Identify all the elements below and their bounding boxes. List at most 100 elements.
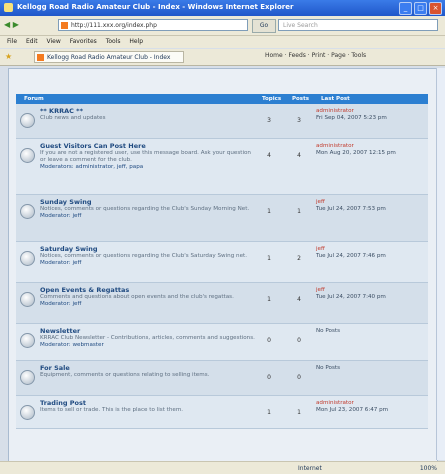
forum-header-row: Forum Topics Posts Last Post (16, 94, 428, 104)
folder-icon (20, 204, 35, 219)
last-post-time: Tue Jul 24, 2007 7:53 pm (316, 206, 386, 212)
post-count: 4 (297, 296, 301, 303)
forum-description: Notices, comments or questions regarding… (40, 253, 247, 259)
menu-tools[interactable]: Tools (106, 38, 121, 45)
forum-moderators[interactable]: Moderator: webmaster (40, 342, 256, 348)
topic-count: 1 (267, 208, 271, 215)
forum-moderators[interactable]: Moderators: administrator, jeff, papa (40, 164, 256, 170)
post-count: 0 (297, 374, 301, 381)
last-post-author[interactable]: administrator (316, 108, 354, 114)
back-forward-icon[interactable]: ◀ ▶ (4, 20, 19, 29)
forum-row: Guest Visitors Can Post Here If you are … (16, 139, 428, 195)
last-post: jeff Tue Jul 24, 2007 7:46 pm (316, 246, 424, 260)
search-input[interactable]: Live Search (278, 19, 438, 31)
last-post: No Posts (316, 328, 424, 335)
last-post: administrator Fri Sep 04, 2007 5:23 pm (316, 108, 424, 122)
last-post-time: No Posts (316, 365, 341, 371)
forum-title[interactable]: Saturday Swing (40, 245, 256, 253)
browser-tab[interactable]: Kellogg Road Radio Amateur Club - Index (34, 51, 184, 63)
close-button[interactable]: × (429, 2, 442, 15)
forum-title[interactable]: Newsletter (40, 327, 256, 335)
forum-row: Saturday Swing Notices, comments or ques… (16, 242, 428, 283)
post-count: 4 (297, 152, 301, 159)
forum-table: Forum Topics Posts Last Post ** KRRAC **… (16, 94, 428, 429)
forum-moderators[interactable]: Moderator: jeff (40, 260, 256, 266)
forum-row: Trading Post Items to sell or trade. Thi… (16, 396, 428, 429)
topic-count: 4 (267, 152, 271, 159)
go-button[interactable]: Go (252, 19, 276, 33)
minimize-button[interactable]: _ (399, 2, 412, 15)
post-count: 0 (297, 337, 301, 344)
forum-title[interactable]: Trading Post (40, 399, 256, 407)
forum-row: Sunday Swing Notices, comments or questi… (16, 195, 428, 242)
last-post: administrator Mon Jul 23, 2007 6:47 pm (316, 400, 424, 414)
last-post-time: Tue Jul 24, 2007 7:40 pm (316, 294, 386, 300)
topic-count: 3 (267, 117, 271, 124)
forum-description: If you are not a registered user, use th… (40, 150, 251, 163)
last-post-author[interactable]: administrator (316, 143, 354, 149)
forum-description: Comments and questions about open events… (40, 294, 234, 300)
folder-icon (20, 333, 35, 348)
last-post-author[interactable]: jeff (316, 246, 325, 252)
last-post: administrator Mon Aug 20, 2007 12:15 pm (316, 143, 424, 157)
favorites-star-icon[interactable]: ★ (5, 52, 12, 61)
post-count: 1 (297, 208, 301, 215)
topic-count: 1 (267, 409, 271, 416)
last-post-time: Mon Aug 20, 2007 12:15 pm (316, 150, 396, 156)
menu-bar: File Edit View Favorites Tools Help (0, 36, 445, 48)
forum-row: For Sale Equipment, comments or question… (16, 361, 428, 396)
folder-icon (20, 370, 35, 385)
folder-icon (20, 405, 35, 420)
topic-count: 0 (267, 374, 271, 381)
forum-description: Items to sell or trade. This is the plac… (40, 407, 184, 413)
forum-title[interactable]: Sunday Swing (40, 198, 256, 206)
favorites-bar: ★ Kellogg Road Radio Amateur Club - Inde… (0, 49, 445, 66)
forum-title[interactable]: Guest Visitors Can Post Here (40, 142, 256, 150)
forum-row: Open Events & Regattas Comments and ques… (16, 283, 428, 324)
forum-description: Notices, comments or questions regarding… (40, 206, 250, 212)
col-forum: Forum (24, 96, 44, 102)
security-zone: Internet (298, 465, 322, 472)
col-posts: Posts (292, 96, 309, 102)
browser-window: Kellogg Road Radio Amateur Club - Index … (0, 0, 445, 474)
menu-edit[interactable]: Edit (26, 38, 38, 45)
last-post-time: Fri Sep 04, 2007 5:23 pm (316, 115, 387, 121)
menu-view[interactable]: View (47, 38, 61, 45)
post-count: 2 (297, 255, 301, 262)
forum-moderators[interactable]: Moderator: jeff (40, 213, 256, 219)
menu-file[interactable]: File (7, 38, 17, 45)
folder-icon (20, 251, 35, 266)
post-count: 1 (297, 409, 301, 416)
forum-description: KRRAC Club Newsletter - Contributions, a… (40, 335, 255, 341)
last-post-author[interactable]: jeff (316, 287, 325, 293)
forum-moderators[interactable]: Moderator: jeff (40, 301, 256, 307)
status-bar: Internet 100% (0, 461, 445, 474)
forum-row: ** KRRAC ** Club news and updates 3 3 ad… (16, 104, 428, 139)
post-count: 3 (297, 117, 301, 124)
command-bar[interactable]: Home · Feeds · Print · Page · Tools (265, 52, 366, 59)
last-post: jeff Tue Jul 24, 2007 7:40 pm (316, 287, 424, 301)
menu-help[interactable]: Help (129, 38, 143, 45)
forum-description: Club news and updates (40, 115, 106, 121)
url-input[interactable]: http://111.xxx.org/index.php (58, 19, 248, 31)
address-bar: ◀ ▶ http://111.xxx.org/index.php Go Live… (0, 16, 445, 36)
last-post-time: Mon Jul 23, 2007 6:47 pm (316, 407, 389, 413)
forum-title[interactable]: Open Events & Regattas (40, 286, 256, 294)
zoom-level[interactable]: 100% (420, 462, 437, 474)
folder-icon (20, 148, 35, 163)
menu-favorites[interactable]: Favorites (70, 38, 97, 45)
last-post: No Posts (316, 365, 424, 372)
topic-count: 1 (267, 255, 271, 262)
forum-title[interactable]: For Sale (40, 364, 256, 372)
col-topics: Topics (262, 96, 282, 102)
last-post-time: No Posts (316, 328, 341, 334)
topic-count: 0 (267, 337, 271, 344)
forum-description: Equipment, comments or questions relatin… (40, 372, 210, 378)
last-post-time: Tue Jul 24, 2007 7:46 pm (316, 253, 386, 259)
last-post-author[interactable]: jeff (316, 199, 325, 205)
maximize-button[interactable]: □ (414, 2, 427, 15)
topic-count: 1 (267, 296, 271, 303)
scrollbar[interactable] (436, 68, 445, 460)
last-post-author[interactable]: administrator (316, 400, 354, 406)
forum-title[interactable]: ** KRRAC ** (40, 107, 256, 115)
